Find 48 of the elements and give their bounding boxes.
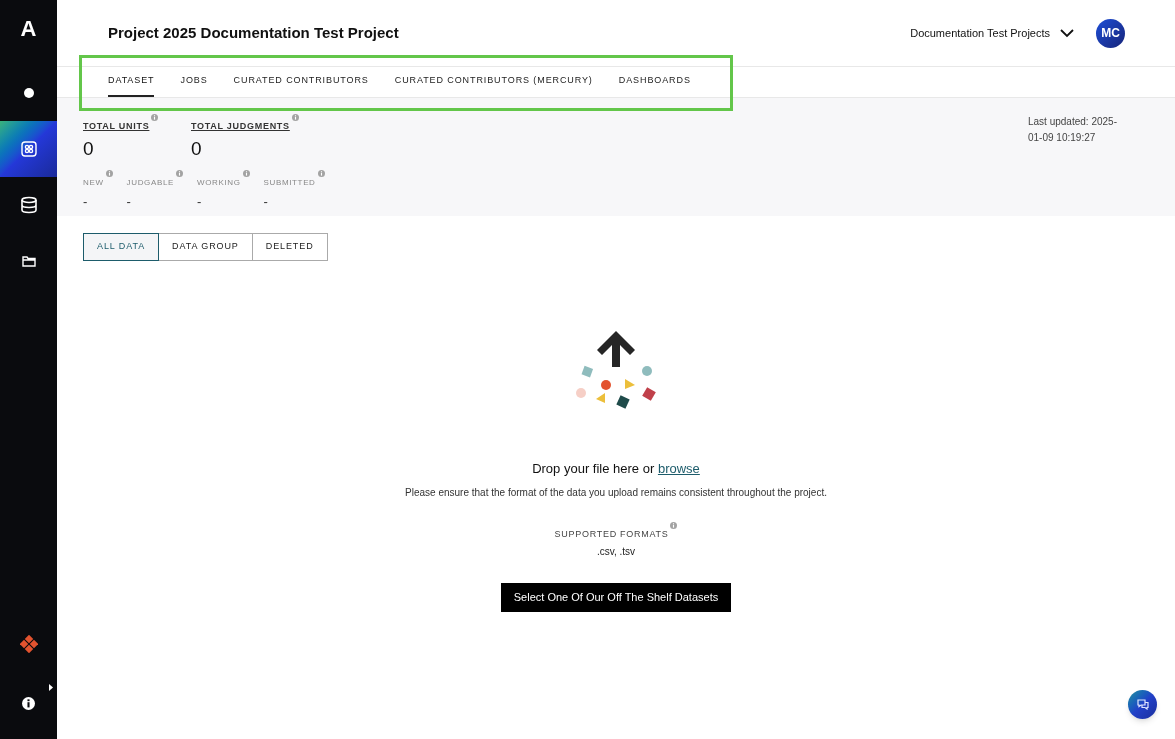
nav-tab[interactable]: JOBS [180,67,208,97]
info-icon [151,114,159,121]
user-avatar[interactable]: MC [1096,18,1125,48]
formats-label: SUPPORTED FORMATS [554,528,669,539]
last-updated-text: Last updated: 2025-01-09 10:19:27 [1028,115,1118,145]
expand-caret-icon[interactable] [49,684,53,691]
count-value: - [126,193,132,211]
count-label: SUBMITTED [263,178,316,187]
chevron-down-icon [1060,28,1074,38]
browse-link[interactable]: browse [657,461,700,476]
info-icon [242,170,250,177]
dot-icon [23,88,34,98]
info-icon[interactable] [22,697,35,710]
chat-button[interactable] [1128,690,1157,719]
stat-label[interactable]: TOTAL JUDGMENTS [191,121,290,131]
count-value: - [83,193,89,211]
diamond-logo-icon[interactable] [19,635,38,653]
sidebar-item[interactable] [0,121,57,177]
nav-tab[interactable]: CURATED CONTRIBUTORS [233,67,369,97]
formats-text: .csv, .tsv [596,544,636,559]
filter-tab[interactable]: DATA GROUP [158,233,253,261]
info-icon [670,521,678,529]
team-dropdown[interactable]: Documentation Test Projects [910,24,1074,42]
count-value: - [196,193,203,211]
format-note: Please ensure that the format of the data you upload remains consistent throughout the project. [405,485,827,500]
count-label: WORKING [196,178,241,187]
shelf-datasets-button[interactable]: Select One Of Our Off The Shelf Datasets [500,582,732,612]
app-logo[interactable]: A [20,14,37,44]
count-label: NEW [83,178,104,187]
chat-icon [1136,699,1149,710]
filter-tab[interactable]: DELETED [251,233,328,261]
filter-tab[interactable]: ALL DATA [83,233,160,261]
project-title: Project 2025 Documentation Test Project [108,22,399,43]
drop-prompt: Drop your file here or browse [532,460,700,478]
folder-icon [21,255,36,267]
stat-label[interactable]: TOTAL UNITS [83,121,150,131]
stat-value: 0 [83,137,95,161]
info-icon [175,170,183,177]
count-value: - [263,193,269,211]
count-label: JUDGABLE [126,178,174,187]
info-icon [291,114,299,121]
grid-icon [20,141,37,157]
stat-value: 0 [191,137,203,161]
info-icon [105,170,113,177]
nav-tab[interactable]: DASHBOARDS [618,67,691,97]
database-icon [19,196,38,214]
nav-tab[interactable]: CURATED CONTRIBUTORS (MERCURY) [394,67,593,97]
info-icon [317,170,325,177]
